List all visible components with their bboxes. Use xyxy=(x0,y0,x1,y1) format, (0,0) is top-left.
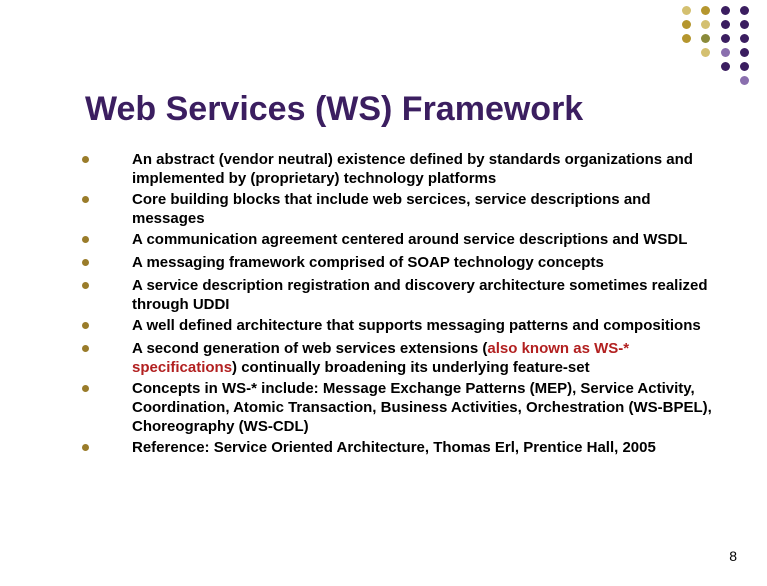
page-number: 8 xyxy=(729,548,737,564)
bullet-icon xyxy=(80,230,132,251)
list-item: A second generation of web services exte… xyxy=(80,339,720,377)
decorative-dots xyxy=(676,6,749,90)
list-item: A messaging framework comprised of SOAP … xyxy=(80,253,720,274)
slide: Web Services (WS) Framework An abstract … xyxy=(0,0,767,586)
bullet-icon xyxy=(80,276,132,297)
item-text: Concepts in WS-* include: Message Exchan… xyxy=(132,379,720,436)
slide-body: An abstract (vendor neutral) existence d… xyxy=(80,150,720,461)
list-item: An abstract (vendor neutral) existence d… xyxy=(80,150,720,188)
item-text: An abstract (vendor neutral) existence d… xyxy=(132,150,720,188)
list-item: Reference: Service Oriented Architecture… xyxy=(80,438,720,459)
list-item: A well defined architecture that support… xyxy=(80,316,720,337)
item-text: Core building blocks that include web se… xyxy=(132,190,720,228)
list-item: Core building blocks that include web se… xyxy=(80,190,720,228)
slide-title: Web Services (WS) Framework xyxy=(85,90,583,129)
bullet-icon xyxy=(80,150,132,171)
item-text: A second generation of web services exte… xyxy=(132,339,720,377)
bullet-icon xyxy=(80,316,132,337)
bullet-icon xyxy=(80,190,132,211)
item-text: A messaging framework comprised of SOAP … xyxy=(132,253,720,272)
bullet-icon xyxy=(80,438,132,459)
list-item: A communication agreement centered aroun… xyxy=(80,230,720,251)
bullet-icon xyxy=(80,339,132,360)
list-item: Concepts in WS-* include: Message Exchan… xyxy=(80,379,720,436)
item-text: A service description registration and d… xyxy=(132,276,720,314)
item-text: Reference: Service Oriented Architecture… xyxy=(132,438,720,457)
list-item: A service description registration and d… xyxy=(80,276,720,314)
item-text: A communication agreement centered aroun… xyxy=(132,230,720,249)
bullet-icon xyxy=(80,379,132,400)
item-text: A well defined architecture that support… xyxy=(132,316,720,335)
bullet-icon xyxy=(80,253,132,274)
